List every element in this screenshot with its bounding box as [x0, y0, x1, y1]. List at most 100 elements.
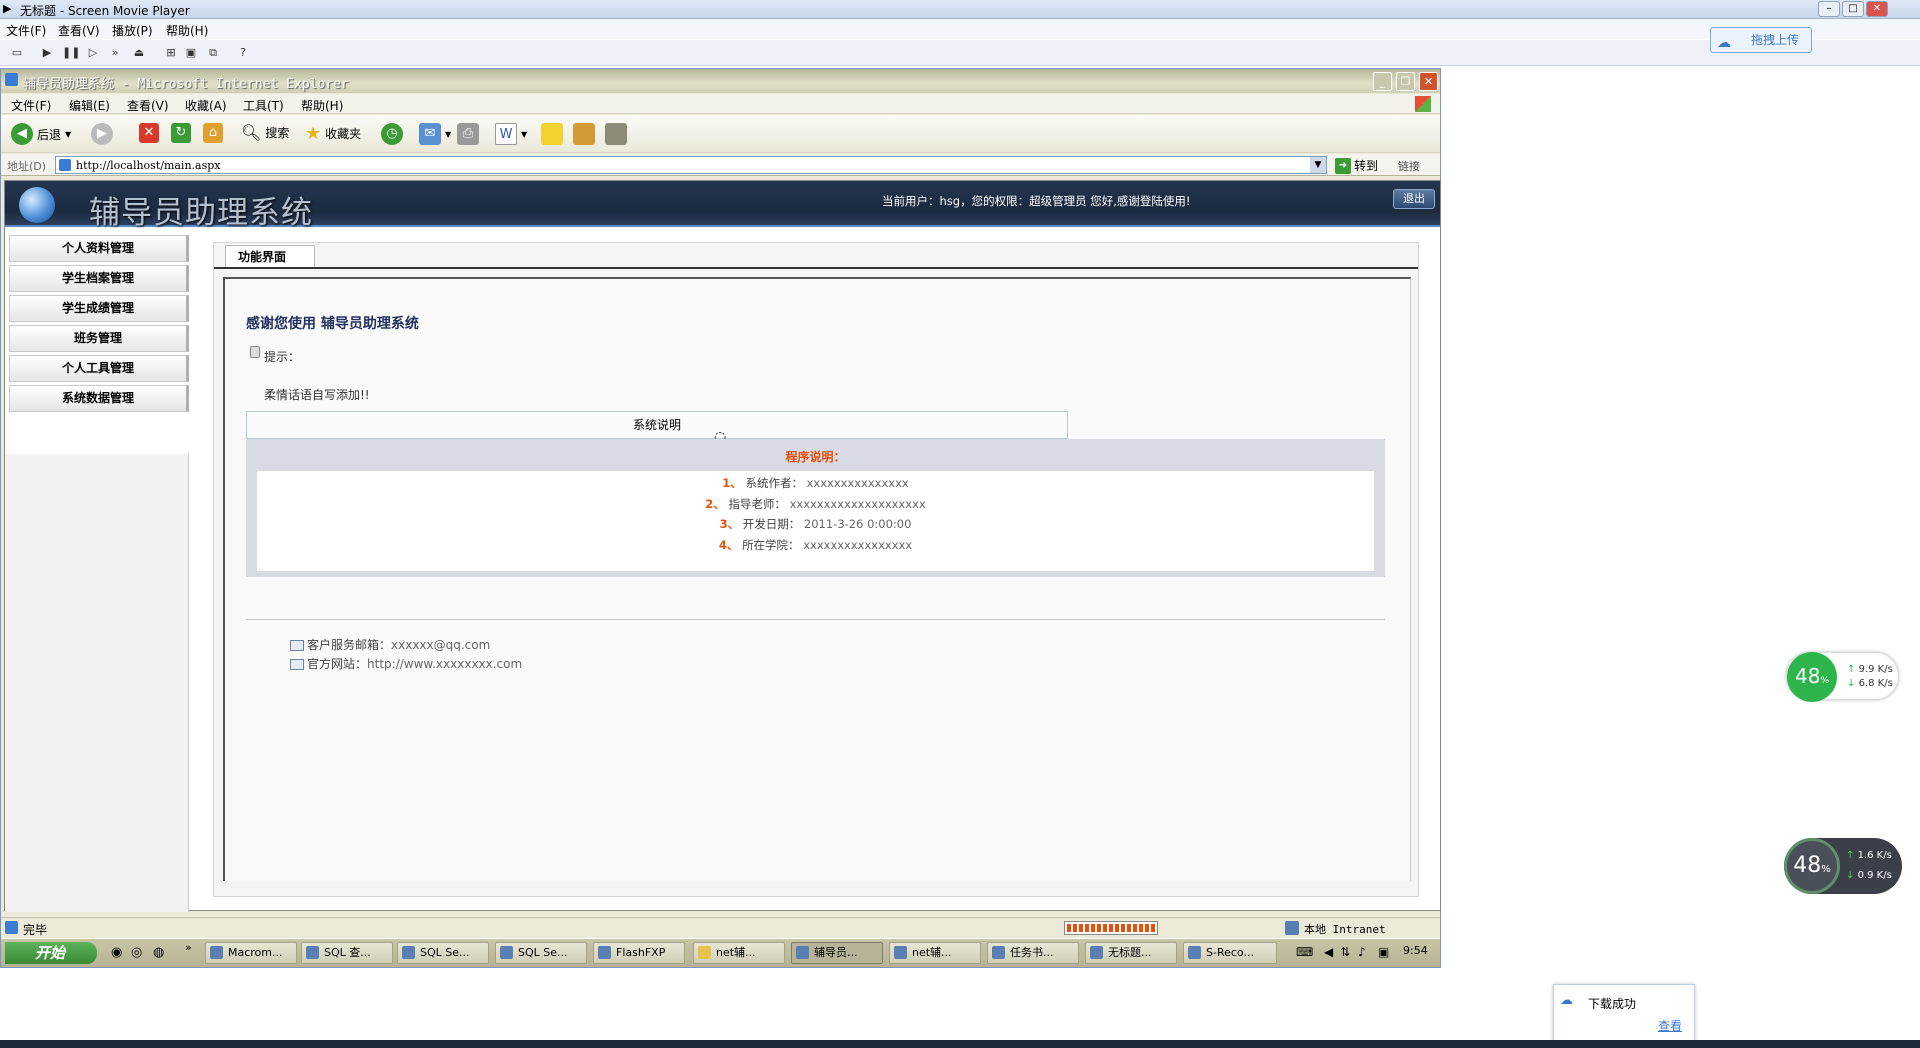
favorites-button[interactable]: ★ 收藏夹 — [305, 123, 361, 144]
taskbar-item[interactable]: 任务书... — [987, 942, 1079, 964]
sidebar-item-grades[interactable]: 学生成绩管理 — [9, 295, 189, 322]
ie-title: 辅导员助理系统 - Microsoft Internet Explorer — [23, 77, 349, 92]
mail-button[interactable]: ✉ ▼ — [419, 123, 451, 145]
history-button[interactable]: ◷ — [381, 123, 403, 145]
ie-close-button[interactable]: ✕ — [1419, 72, 1438, 91]
quicklaunch-more-icon[interactable]: » — [185, 941, 192, 954]
taskbar-item[interactable]: net辅... — [693, 942, 785, 964]
sidebar-item-tools[interactable]: 个人工具管理 — [9, 355, 189, 382]
tab-divider — [214, 267, 1418, 269]
dropdown-arrow-icon: ▼ — [521, 129, 528, 139]
row-label: 开发日期： — [742, 517, 801, 531]
open-icon[interactable]: ▭ — [10, 46, 24, 60]
taskbar-item-active[interactable]: 辅导员... — [791, 942, 883, 964]
address-input[interactable]: http://localhost/main.aspx ▼ — [55, 156, 1327, 174]
network-speed-widget[interactable]: 48% ↑ 9.9 K/s ↓ 6.8 K/s — [1786, 652, 1899, 702]
taskbar-item[interactable]: FlashFXP — [593, 942, 685, 964]
player-menu-help[interactable]: 帮助(H) — [166, 22, 208, 39]
program-info-list: 1、 系统作者： xxxxxxxxxxxxxxx 2、 指导老师： xxxxxx… — [257, 471, 1374, 571]
row-value: xxxxxxxxxxxxxxxxxxxx — [789, 497, 926, 511]
sidebar-item-student-records[interactable]: 学生档案管理 — [9, 265, 189, 292]
ie-menu-tools[interactable]: 工具(T) — [243, 97, 284, 114]
start-button[interactable]: 开始 — [5, 942, 97, 964]
stop-button[interactable]: ✕ — [139, 123, 159, 143]
taskbar-item[interactable]: 无标题... — [1085, 942, 1177, 964]
tray-arrow-icon[interactable]: ◀ — [1324, 945, 1333, 959]
keyboard-icon[interactable]: ⌨ — [1296, 945, 1313, 959]
pause-icon[interactable]: ❚❚ — [62, 46, 80, 60]
system-description-header: 系统说明 — [246, 411, 1068, 439]
home-button[interactable]: ⌂ — [203, 123, 223, 143]
window-icon[interactable]: ⧉ — [206, 46, 220, 60]
player-maximize-button[interactable]: □ — [1842, 1, 1864, 17]
website-value[interactable]: http://www.xxxxxxxx.com — [367, 657, 522, 671]
eject-icon[interactable]: ⏏ — [132, 46, 146, 60]
ie-menu-view[interactable]: 查看(V) — [127, 97, 169, 114]
quicklaunch-media-icon[interactable]: ◍ — [153, 945, 164, 960]
messenger-button[interactable] — [605, 123, 627, 145]
welcome-title: 感谢您使用 辅导员助理系统 — [246, 316, 419, 332]
ie-menu-edit[interactable]: 编辑(E) — [69, 97, 110, 114]
ie-menu-help[interactable]: 帮助(H) — [301, 97, 343, 114]
view-download-link[interactable]: 查看 — [1658, 1017, 1682, 1034]
volume-icon[interactable]: ♪ — [1358, 945, 1366, 959]
player-close-button[interactable]: ✕ — [1866, 1, 1888, 17]
taskbar-item[interactable]: SQL Se... — [397, 942, 489, 964]
refresh-button[interactable]: ↻ — [171, 123, 191, 143]
edit-button[interactable]: W ▼ — [495, 123, 527, 145]
taskbar-item[interactable]: SQL 查... — [301, 942, 393, 964]
taskbar-item[interactable]: S-Reco... — [1183, 942, 1277, 964]
quicklaunch-explorer-icon[interactable]: ◎ — [131, 945, 142, 960]
tab-function-interface[interactable]: 功能界面 — [225, 245, 315, 267]
network-speed-widget-dark[interactable]: 48% ↑ 1.6 K/s ↓ 0.9 K/s — [1784, 838, 1902, 894]
research-button[interactable] — [573, 123, 595, 145]
taskbar-item[interactable]: net辅... — [889, 942, 981, 964]
go-arrow-icon: ➜ — [1335, 157, 1351, 174]
sidebar-item-class-affairs[interactable]: 班务管理 — [9, 325, 189, 352]
ie-menu-favorites[interactable]: 收藏(A) — [185, 97, 227, 114]
contact-info: 客户服务邮箱：xxxxxx@qq.com 官方网站：http://www.xxx… — [290, 636, 522, 674]
player-title: 无标题 - Screen Movie Player — [20, 4, 190, 18]
step-forward-icon[interactable]: ▷ — [86, 46, 100, 60]
links-label[interactable]: 链接 — [1398, 158, 1420, 174]
sidebar-item-system-data[interactable]: 系统数据管理 — [9, 385, 189, 412]
ie-restore-button[interactable]: ❐ — [1396, 72, 1415, 91]
zoom-icon[interactable]: ⊞ — [164, 46, 178, 60]
website-label: 官方网站： — [307, 657, 368, 671]
print-button[interactable]: ⎙ — [457, 123, 479, 145]
email-value[interactable]: xxxxxx@qq.com — [391, 638, 490, 652]
taskbar-item[interactable]: SQL Se... — [495, 942, 587, 964]
fullscreen-icon[interactable]: ▣ — [184, 46, 198, 60]
upload-speed-value: 1.6 K/s — [1857, 850, 1892, 861]
ie-menu-file[interactable]: 文件(F) — [11, 97, 51, 114]
player-minimize-button[interactable]: – — [1818, 1, 1840, 17]
back-button[interactable]: ◀ 后退 ▼ — [11, 123, 71, 145]
go-button[interactable]: ➜ 转到 — [1335, 157, 1378, 174]
network-icon[interactable]: ⇅ — [1340, 945, 1350, 959]
dropdown-arrow-icon: ▼ — [445, 129, 452, 139]
ie-minimize-button[interactable]: _ — [1373, 72, 1392, 91]
forward-button[interactable]: ▶ — [91, 123, 113, 145]
upload-button[interactable]: ☁ 拖拽上传 — [1710, 27, 1812, 53]
content-divider — [246, 619, 1385, 620]
fast-forward-icon[interactable]: » — [108, 46, 122, 60]
tray-app-icon[interactable]: ▣ — [1378, 945, 1389, 959]
address-dropdown-icon[interactable]: ▼ — [1310, 157, 1326, 173]
help-icon[interactable]: ? — [236, 46, 250, 60]
upload-speed: ↑ 9.9 K/s — [1847, 664, 1893, 675]
player-menu-file[interactable]: 文件(F) — [6, 22, 46, 39]
quicklaunch-ie-icon[interactable]: ◉ — [111, 945, 122, 960]
discuss-button[interactable] — [541, 123, 563, 145]
sidebar-panel — [5, 454, 189, 912]
player-menu-view[interactable]: 查看(V) — [58, 22, 100, 39]
logout-button[interactable]: 退出 — [1393, 189, 1435, 209]
taskbar-item[interactable]: Macrom... — [205, 942, 297, 964]
row-label: 系统作者： — [745, 476, 803, 490]
play-icon[interactable]: ▶ — [40, 46, 54, 60]
app-icon — [210, 946, 223, 959]
sidebar-item-profile[interactable]: 个人资料管理 — [9, 235, 189, 262]
info-row: 3、 开发日期： 2011-3-26 0:00:00 — [257, 516, 1374, 532]
taskbar-item-label: FlashFXP — [616, 946, 666, 959]
player-menu-play[interactable]: 播放(P) — [112, 22, 153, 39]
search-button[interactable]: 🔍︎ 搜索 — [241, 123, 289, 142]
